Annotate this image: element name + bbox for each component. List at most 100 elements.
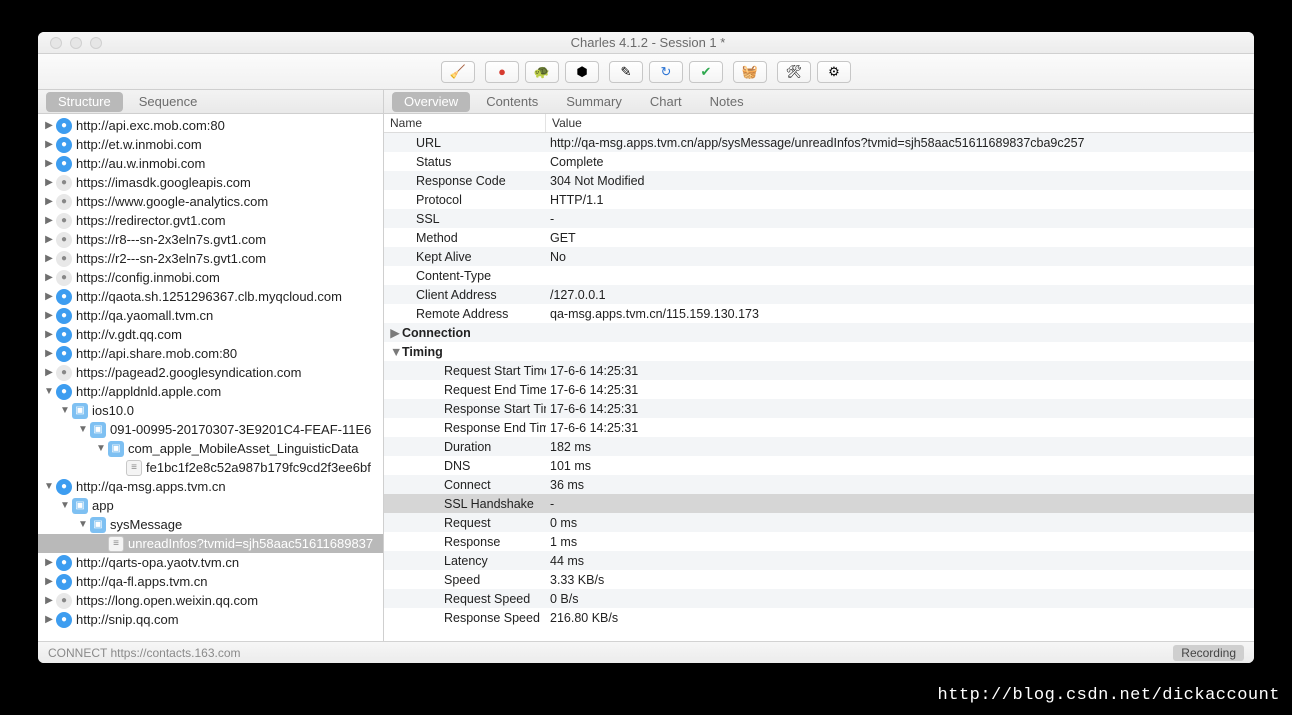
tools-icon[interactable]: 🛠 <box>777 61 811 83</box>
repeat-icon[interactable]: ↻ <box>649 61 683 83</box>
col-name[interactable]: Name <box>384 114 546 132</box>
group-row[interactable]: ▼Timing <box>384 342 1254 361</box>
disclosure-icon[interactable]: ▶ <box>390 325 400 340</box>
tab-chart[interactable]: Chart <box>636 90 696 113</box>
tree-node[interactable]: ▼●http://appldnld.apple.com <box>38 382 383 401</box>
tree-node[interactable]: ▼▣app <box>38 496 383 515</box>
disclosure-icon[interactable]: ▶ <box>44 310 54 321</box>
tree-node[interactable]: ▶●http://snip.qq.com <box>38 610 383 629</box>
disclosure-icon[interactable]: ▶ <box>44 215 54 226</box>
disclosure-icon[interactable]: ▼ <box>60 405 70 416</box>
disclosure-icon[interactable]: ▶ <box>44 348 54 359</box>
edit-icon[interactable]: ✎ <box>609 61 643 83</box>
tree-node[interactable]: ▶●http://api.exc.mob.com:80 <box>38 116 383 135</box>
table-row[interactable]: Client Address/127.0.0.1 <box>384 285 1254 304</box>
table-row[interactable]: Duration182 ms <box>384 437 1254 456</box>
structure-tree[interactable]: ▶●http://api.exc.mob.com:80▶●http://et.w… <box>38 114 384 641</box>
close-dot[interactable] <box>50 37 62 49</box>
tree-node[interactable]: ▼▣091-00995-20170307-3E9201C4-FEAF-11E6 <box>38 420 383 439</box>
disclosure-icon[interactable]: ▶ <box>44 291 54 302</box>
zoom-dot[interactable] <box>90 37 102 49</box>
broom-icon[interactable]: 🧹 <box>441 61 475 83</box>
overview-rows[interactable]: URLhttp://qa-msg.apps.tvm.cn/app/sysMess… <box>384 133 1254 641</box>
tree-node[interactable]: ▶●https://pagead2.googlesyndication.com <box>38 363 383 382</box>
tree-node[interactable]: ▶●https://long.open.weixin.qq.com <box>38 591 383 610</box>
recording-badge[interactable]: Recording <box>1173 645 1244 661</box>
table-row[interactable]: Request Start Time17-6-6 14:25:31 <box>384 361 1254 380</box>
disclosure-icon[interactable]: ▼ <box>44 481 54 492</box>
tree-node[interactable]: ▼▣sysMessage <box>38 515 383 534</box>
record-icon[interactable]: ● <box>485 61 519 83</box>
tree-node[interactable]: ▶●https://imasdk.googleapis.com <box>38 173 383 192</box>
disclosure-icon[interactable]: ▶ <box>44 139 54 150</box>
disclosure-icon[interactable]: ▶ <box>44 253 54 264</box>
tree-node[interactable]: ▼●http://qa-msg.apps.tvm.cn <box>38 477 383 496</box>
table-row[interactable]: URLhttp://qa-msg.apps.tvm.cn/app/sysMess… <box>384 133 1254 152</box>
tab-overview[interactable]: Overview <box>392 92 470 112</box>
tree-node[interactable]: ▶●http://qa.yaomall.tvm.cn <box>38 306 383 325</box>
tree-node[interactable]: ▶●https://r8---sn-2x3eln7s.gvt1.com <box>38 230 383 249</box>
table-row[interactable]: Response Code304 Not Modified <box>384 171 1254 190</box>
tree-node[interactable]: ▶●http://v.gdt.qq.com <box>38 325 383 344</box>
minimize-dot[interactable] <box>70 37 82 49</box>
tab-summary[interactable]: Summary <box>552 90 636 113</box>
tree-node[interactable]: ▶●https://www.google-analytics.com <box>38 192 383 211</box>
table-row[interactable]: Latency44 ms <box>384 551 1254 570</box>
table-row[interactable]: Request Speed0 B/s <box>384 589 1254 608</box>
throttle-icon[interactable]: 🐢 <box>525 61 559 83</box>
table-row[interactable]: Speed3.33 KB/s <box>384 570 1254 589</box>
tools-basket-icon[interactable]: 🧺 <box>733 61 767 83</box>
group-row[interactable]: ▶Connection <box>384 323 1254 342</box>
disclosure-icon[interactable]: ▼ <box>44 386 54 397</box>
table-row[interactable]: Remote Addressqa-msg.apps.tvm.cn/115.159… <box>384 304 1254 323</box>
disclosure-icon[interactable]: ▶ <box>44 329 54 340</box>
table-row[interactable]: Kept AliveNo <box>384 247 1254 266</box>
disclosure-icon[interactable]: ▶ <box>44 272 54 283</box>
table-row[interactable]: Response Speed216.80 KB/s <box>384 608 1254 627</box>
disclosure-icon[interactable]: ▶ <box>44 576 54 587</box>
tree-node[interactable]: ▶●https://config.inmobi.com <box>38 268 383 287</box>
disclosure-icon[interactable]: ▶ <box>44 367 54 378</box>
table-row[interactable]: ProtocolHTTP/1.1 <box>384 190 1254 209</box>
tab-contents[interactable]: Contents <box>472 90 552 113</box>
tree-node[interactable]: ≡unreadInfos?tvmid=sjh58aac51611689837 <box>38 534 383 553</box>
table-row[interactable]: Response1 ms <box>384 532 1254 551</box>
tab-structure[interactable]: Structure <box>46 92 123 112</box>
tab-sequence[interactable]: Sequence <box>125 90 212 113</box>
tree-node[interactable]: ▶●http://qaota.sh.1251296367.clb.myqclou… <box>38 287 383 306</box>
disclosure-icon[interactable]: ▶ <box>44 595 54 606</box>
tree-node[interactable]: ▼▣ios10.0 <box>38 401 383 420</box>
tree-node[interactable]: ▶●http://qa-fl.apps.tvm.cn <box>38 572 383 591</box>
disclosure-icon[interactable]: ▼ <box>78 424 88 435</box>
disclosure-icon[interactable]: ▶ <box>44 557 54 568</box>
tree-node[interactable]: ≡fe1bc1f2e8c52a987b179fc9cd2f3ee6bf <box>38 458 383 477</box>
table-row[interactable]: Request0 ms <box>384 513 1254 532</box>
disclosure-icon[interactable]: ▼ <box>96 443 106 454</box>
disclosure-icon[interactable]: ▶ <box>44 158 54 169</box>
table-row[interactable]: Connect36 ms <box>384 475 1254 494</box>
disclosure-icon[interactable]: ▼ <box>60 500 70 511</box>
table-row[interactable]: SSL- <box>384 209 1254 228</box>
disclosure-icon[interactable]: ▶ <box>44 120 54 131</box>
tree-node[interactable]: ▶●http://au.w.inmobi.com <box>38 154 383 173</box>
table-row[interactable]: Content-Type <box>384 266 1254 285</box>
tree-node[interactable]: ▶●http://api.share.mob.com:80 <box>38 344 383 363</box>
table-row[interactable]: MethodGET <box>384 228 1254 247</box>
tree-node[interactable]: ▶●https://redirector.gvt1.com <box>38 211 383 230</box>
disclosure-icon[interactable]: ▶ <box>44 614 54 625</box>
tree-node[interactable]: ▶●http://qarts-opa.yaotv.tvm.cn <box>38 553 383 572</box>
tree-node[interactable]: ▼▣com_apple_MobileAsset_LinguisticData <box>38 439 383 458</box>
table-row[interactable]: Response Start Time17-6-6 14:25:31 <box>384 399 1254 418</box>
table-row[interactable]: Response End Time17-6-6 14:25:31 <box>384 418 1254 437</box>
disclosure-icon[interactable]: ▶ <box>44 177 54 188</box>
table-row[interactable]: SSL Handshake- <box>384 494 1254 513</box>
tree-node[interactable]: ▶●https://r2---sn-2x3eln7s.gvt1.com <box>38 249 383 268</box>
settings-icon[interactable]: ⚙ <box>817 61 851 83</box>
col-value[interactable]: Value <box>546 114 1254 132</box>
disclosure-icon[interactable]: ▶ <box>44 234 54 245</box>
tab-notes[interactable]: Notes <box>696 90 758 113</box>
validate-icon[interactable]: ✔ <box>689 61 723 83</box>
disclosure-icon[interactable]: ▼ <box>78 519 88 530</box>
table-row[interactable]: DNS101 ms <box>384 456 1254 475</box>
disclosure-icon[interactable]: ▶ <box>44 196 54 207</box>
